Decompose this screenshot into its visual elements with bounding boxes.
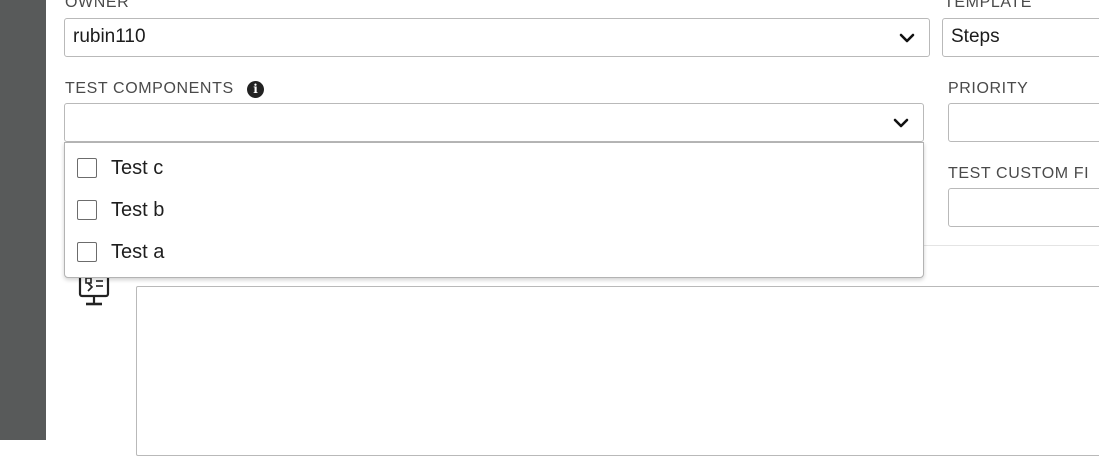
option-checkbox[interactable] <box>77 158 97 178</box>
test-components-dropdown: Test c Test b Test a <box>64 142 924 278</box>
owner-value: rubin110 <box>73 26 146 47</box>
test-custom-field-input[interactable] <box>948 188 1099 227</box>
description-editor[interactable] <box>136 286 1099 456</box>
option-label: Test b <box>111 199 165 221</box>
option-label: Test a <box>111 241 165 263</box>
test-custom-field-label: TEST CUSTOM FI <box>948 165 1090 182</box>
left-rail <box>0 0 46 440</box>
chevron-down-icon <box>899 33 915 43</box>
owner-label: OWNER <box>65 0 130 11</box>
option-checkbox[interactable] <box>77 242 97 262</box>
owner-select[interactable]: rubin110 <box>64 18 930 57</box>
test-components-select[interactable] <box>64 103 924 142</box>
template-select[interactable]: Steps <box>942 18 1099 57</box>
template-label: TEMPLATE <box>944 0 1033 11</box>
priority-label: PRIORITY <box>948 80 1029 97</box>
info-circle-icon[interactable]: i <box>247 81 264 98</box>
test-components-label: TEST COMPONENTS <box>65 80 234 97</box>
option-checkbox[interactable] <box>77 200 97 220</box>
section-divider <box>924 245 1099 246</box>
priority-select[interactable] <box>948 103 1099 142</box>
option-label: Test c <box>111 157 164 179</box>
chevron-down-icon <box>893 118 909 128</box>
template-value: Steps <box>951 26 1000 47</box>
